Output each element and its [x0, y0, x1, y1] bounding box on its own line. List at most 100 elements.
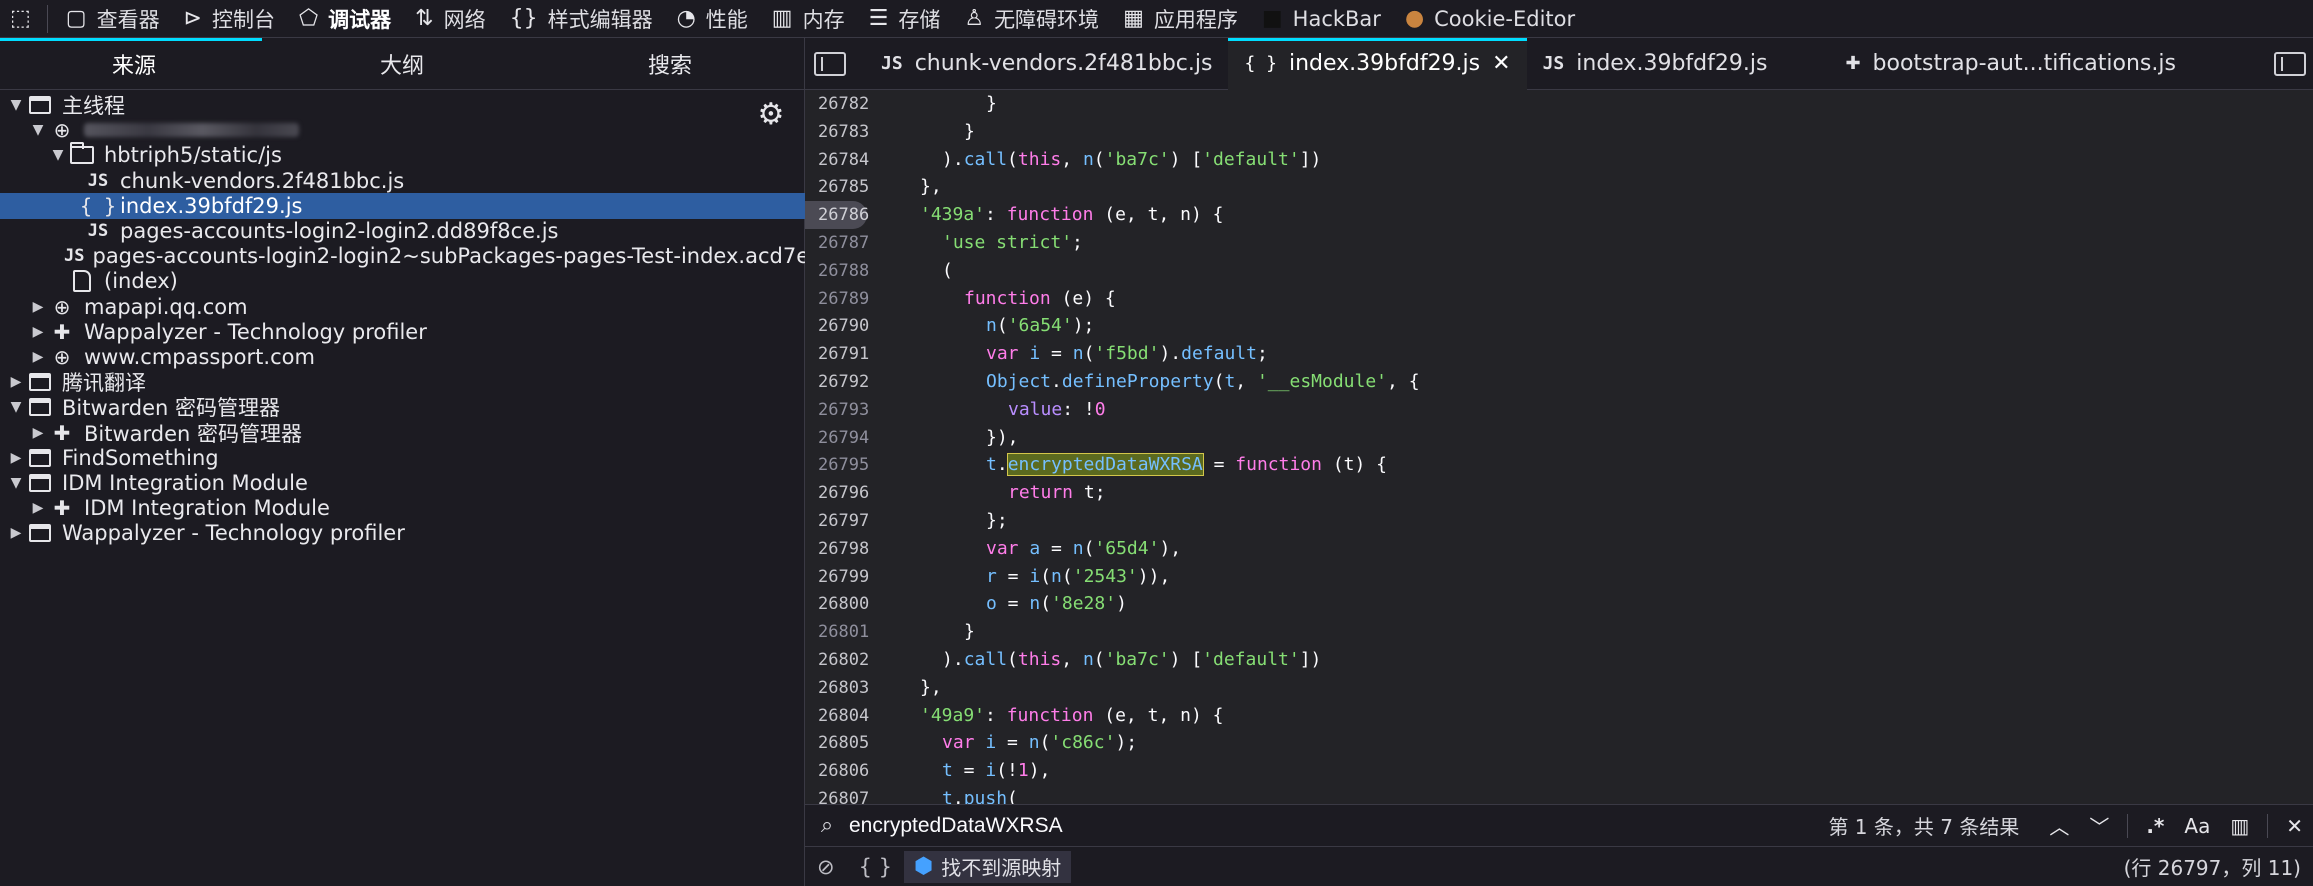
tree-item[interactable]: ▶ ✚ Wappalyzer - Technology profiler	[0, 319, 805, 345]
editor-tab[interactable]: { } index.39bfdf29.js ✕	[1228, 37, 1527, 90]
chevron-right-icon[interactable]: ▶	[28, 349, 48, 365]
close-search-icon[interactable]: ✕	[2286, 814, 2303, 838]
line-number[interactable]: 26789	[805, 285, 880, 313]
code-token: (	[1039, 732, 1051, 754]
tool-tab-application[interactable]: ▦ 应用程序	[1111, 0, 1250, 38]
line-number[interactable]: 26792	[805, 368, 880, 396]
tree-item[interactable]: JS pages-accounts-login2-login2~subPackag…	[0, 243, 805, 269]
tool-tab-debugger[interactable]: ⬠ 调试器	[287, 0, 403, 38]
whole-word-toggle[interactable]: ▥	[2230, 814, 2249, 838]
previous-result-button[interactable]: ︿	[2049, 811, 2069, 840]
element-picker-icon: ⬚	[10, 6, 31, 31]
tree-item[interactable]: ▶ ✚ Bitwarden 密码管理器	[0, 420, 805, 446]
code-token: Object	[986, 371, 1052, 392]
toolbar-separator	[46, 4, 48, 33]
cookie-icon: ●	[1404, 6, 1425, 31]
line-number[interactable]: 26796	[805, 479, 880, 507]
code-line: 26787 'use strict';	[805, 229, 2313, 257]
chevron-down-icon[interactable]: ▼	[6, 399, 26, 415]
tool-tab-inspector[interactable]: ▢ 查看器	[54, 0, 172, 38]
line-number[interactable]: 26794	[805, 424, 880, 452]
chevron-down-icon[interactable]: ▼	[6, 97, 26, 113]
tab-sources[interactable]: 来源	[0, 38, 268, 89]
tool-tab-performance[interactable]: ◔ 性能	[665, 0, 760, 38]
tool-tab-memory[interactable]: ▥ 内存	[760, 0, 857, 38]
line-number[interactable]: 26807	[805, 785, 880, 804]
line-number[interactable]: 26797	[805, 507, 880, 535]
line-number[interactable]: 26783	[805, 118, 880, 146]
tree-item[interactable]: ▶ ⊕ www.cmpassport.com	[0, 344, 805, 370]
chevron-right-icon[interactable]: ▶	[6, 450, 26, 466]
tree-item-label: Wappalyzer - Technology profiler	[84, 319, 427, 344]
extension-icon: ✚	[53, 319, 71, 344]
tree-item[interactable]: ▼ ⊕	[0, 117, 805, 143]
chevron-right-icon[interactable]: ▶	[28, 299, 48, 315]
chevron-down-icon[interactable]: ▼	[6, 475, 26, 491]
toggle-sources-button[interactable]	[805, 38, 855, 90]
tab-outline[interactable]: 大纲	[268, 38, 536, 89]
line-number[interactable]: 26798	[805, 535, 880, 563]
tree-item[interactable]: ▶ ✚ IDM Integration Module	[0, 495, 805, 521]
line-number[interactable]: 26785	[805, 173, 880, 201]
tool-tab-storage[interactable]: ☰ 存储	[857, 0, 953, 38]
code-editor[interactable]: 26782} 26783} 26784).call(this, n('ba7c') …	[805, 90, 2313, 804]
tree-item[interactable]: ▼ 主线程	[0, 92, 805, 118]
line-number[interactable]: 26784	[805, 146, 880, 174]
tree-item[interactable]: ▶ Wappalyzer - Technology profiler	[0, 520, 805, 546]
element-picker-button[interactable]: ⬚	[0, 0, 41, 38]
line-number[interactable]: 26786	[805, 201, 869, 230]
line-number[interactable]: 26793	[805, 396, 880, 424]
line-number[interactable]: 26790	[805, 312, 880, 340]
chevron-right-icon[interactable]: ▶	[6, 374, 26, 390]
editor-tab[interactable]: JS index.39bfdf29.js	[1527, 38, 1784, 90]
tree-item[interactable]: ▼ Bitwarden 密码管理器	[0, 394, 805, 420]
tree-item-label: IDM Integration Module	[62, 471, 308, 495]
line-number[interactable]: 26804	[805, 702, 880, 730]
editor-tab[interactable]: ✚ bootstrap-aut...tifications.js	[1829, 38, 2192, 90]
tool-tab-network[interactable]: ⇅ 网络	[403, 0, 497, 38]
editor-tab[interactable]: JS chunk-vendors.2f481bbc.js	[865, 38, 1228, 90]
tree-item[interactable]: JS chunk-vendors.2f481bbc.js	[0, 168, 805, 194]
tree-item[interactable]: ▼ hbtriph5/static/js	[0, 142, 805, 168]
tree-item[interactable]: ▶ ⊕ mapapi.qq.com	[0, 294, 805, 320]
line-number[interactable]: 26800	[805, 590, 880, 618]
tree-item[interactable]: ▶ FindSomething	[0, 445, 805, 471]
chevron-right-icon[interactable]: ▶	[6, 525, 26, 541]
line-number[interactable]: 26802	[805, 646, 880, 674]
line-number[interactable]: 26799	[805, 563, 880, 591]
chevron-down-icon[interactable]: ▼	[28, 122, 48, 138]
search-input[interactable]	[849, 813, 1749, 838]
regex-toggle[interactable]: .*	[2146, 814, 2164, 838]
chevron-down-icon[interactable]: ▼	[48, 147, 68, 163]
tool-tab-hackbar[interactable]: ■ HackBar	[1250, 0, 1393, 38]
pretty-print-icon[interactable]: { }	[859, 855, 892, 879]
tree-item[interactable]: ▼ IDM Integration Module	[0, 470, 805, 496]
tree-item[interactable]: (index)	[0, 268, 805, 294]
case-sensitive-toggle[interactable]: Aa	[2184, 814, 2210, 838]
chevron-right-icon[interactable]: ▶	[28, 324, 48, 340]
tool-tab-console[interactable]: ⊳ 控制台	[172, 0, 287, 38]
line-number[interactable]: 26787	[805, 229, 880, 257]
tab-search[interactable]: 搜索	[536, 38, 804, 89]
line-number[interactable]: 26795	[805, 451, 880, 479]
tree-item[interactable]: { } index.39bfdf29.js	[0, 192, 805, 219]
line-number[interactable]: 26801	[805, 618, 880, 646]
line-number[interactable]: 26791	[805, 340, 880, 368]
line-number[interactable]: 26806	[805, 757, 880, 785]
line-number[interactable]: 26782	[805, 90, 880, 118]
chevron-right-icon[interactable]: ▶	[28, 500, 48, 516]
tool-tab-style-editor[interactable]: {} 样式编辑器	[498, 0, 665, 38]
source-map-status[interactable]: ⬢ 找不到源映射	[904, 850, 1072, 883]
tool-tab-cookie[interactable]: ● Cookie-Editor	[1393, 0, 1587, 38]
tree-item[interactable]: ▶ 腾讯翻译	[0, 369, 805, 395]
toggle-debugger-sidebar-button[interactable]	[2267, 38, 2313, 90]
line-number[interactable]: 26805	[805, 729, 880, 757]
line-number[interactable]: 26788	[805, 257, 880, 285]
chevron-right-icon[interactable]: ▶	[28, 425, 48, 441]
close-tab-icon[interactable]: ✕	[1492, 51, 1510, 76]
tree-item[interactable]: JS pages-accounts-login2-login2.dd89f8ce.…	[0, 218, 805, 244]
ignore-source-icon[interactable]: ⊘	[817, 855, 835, 879]
next-result-button[interactable]: ﹀	[2089, 811, 2109, 840]
tool-tab-accessibility[interactable]: ♙ 无障碍环境	[952, 0, 1111, 38]
line-number[interactable]: 26803	[805, 674, 880, 702]
